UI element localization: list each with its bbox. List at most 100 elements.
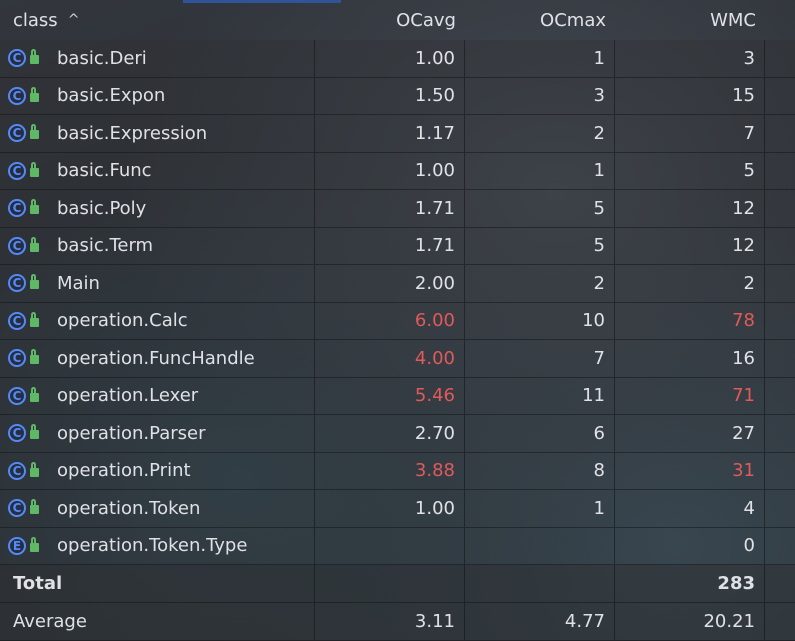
- table-row[interactable]: Cbasic.Expression 1.17 2 7: [0, 115, 795, 153]
- column-header-class[interactable]: class ^: [0, 0, 315, 40]
- class-icon: C: [8, 349, 26, 368]
- column-header-ocmax[interactable]: OCmax: [465, 0, 615, 40]
- average-ocmax: 4.77: [465, 602, 615, 640]
- public-lock-icon: [30, 461, 39, 477]
- public-lock-icon: [30, 161, 39, 177]
- ocavg-cell: 1.00: [315, 152, 465, 189]
- class-name-cell: Coperation.Print: [0, 452, 315, 489]
- table-row[interactable]: Coperation.Token 1.00 1 4: [0, 490, 795, 528]
- class-name: basic.Deri: [57, 47, 147, 69]
- ocavg-cell: 4.00: [315, 340, 465, 377]
- table-row[interactable]: Eoperation.Token.Type 0: [0, 527, 795, 565]
- column-header-ocavg[interactable]: OCavg: [315, 0, 465, 40]
- average-label: Average: [0, 602, 315, 640]
- average-row[interactable]: Average 3.11 4.77 20.21: [0, 602, 795, 641]
- class-name: basic.Expression: [57, 122, 208, 144]
- class-name-cell: C Main: [0, 265, 315, 302]
- average-wmc: 20.21: [615, 602, 765, 640]
- class-name-cell: Cbasic.Poly: [0, 190, 315, 227]
- public-lock-icon: [30, 86, 39, 102]
- table-row[interactable]: Coperation.Parser 2.70 6 27: [0, 415, 795, 453]
- wmc-cell: 4: [615, 490, 765, 527]
- ocmax-cell: 5: [465, 190, 615, 227]
- ocavg-cell: 3.88: [315, 452, 465, 489]
- table-row[interactable]: Coperation.Lexer 5.46 11 71: [0, 377, 795, 415]
- ocmax-cell: 7: [465, 340, 615, 377]
- class-name-cell: Coperation.Calc: [0, 302, 315, 339]
- class-name: operation.Print: [57, 460, 191, 482]
- ocmax-cell: 2: [465, 265, 615, 302]
- enum-icon: E: [8, 536, 26, 555]
- table-row[interactable]: Cbasic.Expon 1.50 3 15: [0, 77, 795, 115]
- wmc-cell: 71: [615, 377, 765, 414]
- average-ocavg: 3.11: [315, 602, 465, 640]
- wmc-cell: 15: [615, 77, 765, 114]
- ocmax-cell: 3: [465, 77, 615, 114]
- ocmax-cell: 8: [465, 452, 615, 489]
- wmc-cell: 2: [615, 265, 765, 302]
- public-lock-icon: [30, 236, 39, 252]
- class-icon: C: [8, 124, 26, 143]
- wmc-cell: 16: [615, 340, 765, 377]
- ocmax-cell: 1: [465, 152, 615, 189]
- ocmax-cell: 6: [465, 415, 615, 452]
- ocavg-cell: 5.46: [315, 377, 465, 414]
- ocavg-cell: 1.50: [315, 77, 465, 114]
- ocavg-cell: 1.00: [315, 490, 465, 527]
- public-lock-icon: [30, 199, 39, 215]
- class-name-cell: Cbasic.Term: [0, 227, 315, 264]
- table-row[interactable]: Cbasic.Deri 1.00 1 3: [0, 40, 795, 78]
- column-header-class-label: class: [13, 9, 58, 31]
- class-name-cell: Cbasic.Expon: [0, 77, 315, 114]
- class-name: basic.Func: [57, 160, 152, 182]
- public-lock-icon: [30, 424, 39, 440]
- wmc-cell: 27: [615, 415, 765, 452]
- class-name-cell: Eoperation.Token.Type: [0, 527, 315, 564]
- table-header: class ^ OCavg OCmax WMC: [0, 0, 795, 40]
- total-ocmax: [465, 565, 615, 602]
- ocavg-cell: 1.71: [315, 227, 465, 264]
- public-lock-icon: [30, 124, 39, 140]
- table-row[interactable]: Cbasic.Func 1.00 1 5: [0, 152, 795, 190]
- public-lock-icon: [30, 49, 39, 65]
- sort-ascending-icon: ^: [67, 12, 80, 28]
- class-name-cell: Coperation.Parser: [0, 415, 315, 452]
- class-icon: C: [8, 274, 26, 293]
- table-row[interactable]: C Main 2.00 2 2: [0, 265, 795, 303]
- wmc-cell: 78: [615, 302, 765, 339]
- ocavg-cell: 1.00: [315, 40, 465, 77]
- class-name: operation.FuncHandle: [57, 347, 255, 369]
- class-name: operation.Calc: [57, 310, 188, 332]
- metrics-table: class ^ OCavg OCmax WMC Cbasic.Deri 1.00 1…: [0, 0, 795, 641]
- class-name: operation.Lexer: [57, 385, 199, 407]
- total-wmc: 283: [615, 565, 765, 602]
- class-name-cell: Coperation.Token: [0, 490, 315, 527]
- class-icon: C: [8, 49, 26, 68]
- column-header-wmc[interactable]: WMC: [615, 0, 765, 40]
- total-label: Total: [0, 565, 315, 602]
- table-row[interactable]: Cbasic.Term 1.71 5 12: [0, 227, 795, 265]
- public-lock-icon: [30, 349, 39, 365]
- class-name-cell: Cbasic.Deri: [0, 40, 315, 77]
- class-icon: C: [8, 161, 26, 180]
- class-name: operation.Token.Type: [57, 535, 248, 557]
- ocavg-cell: 6.00: [315, 302, 465, 339]
- wmc-cell: 31: [615, 452, 765, 489]
- table-row[interactable]: Cbasic.Poly 1.71 5 12: [0, 190, 795, 228]
- table-row[interactable]: Coperation.FuncHandle 4.00 7 16: [0, 340, 795, 378]
- ocmax-cell: 11: [465, 377, 615, 414]
- class-name: Main: [57, 272, 100, 294]
- total-row[interactable]: Total 283: [0, 565, 795, 603]
- table-row[interactable]: Coperation.Print 3.88 8 31: [0, 452, 795, 490]
- wmc-cell: 12: [615, 227, 765, 264]
- ocmax-cell: [465, 527, 615, 564]
- wmc-cell: 7: [615, 115, 765, 152]
- class-icon: C: [8, 386, 26, 405]
- public-lock-icon: [30, 386, 39, 402]
- total-ocavg: [315, 565, 465, 602]
- class-icon: C: [8, 236, 26, 255]
- ocmax-cell: 10: [465, 302, 615, 339]
- table-row[interactable]: Coperation.Calc 6.00 10 78: [0, 302, 795, 340]
- class-name-cell: Coperation.FuncHandle: [0, 340, 315, 377]
- ocmax-cell: 5: [465, 227, 615, 264]
